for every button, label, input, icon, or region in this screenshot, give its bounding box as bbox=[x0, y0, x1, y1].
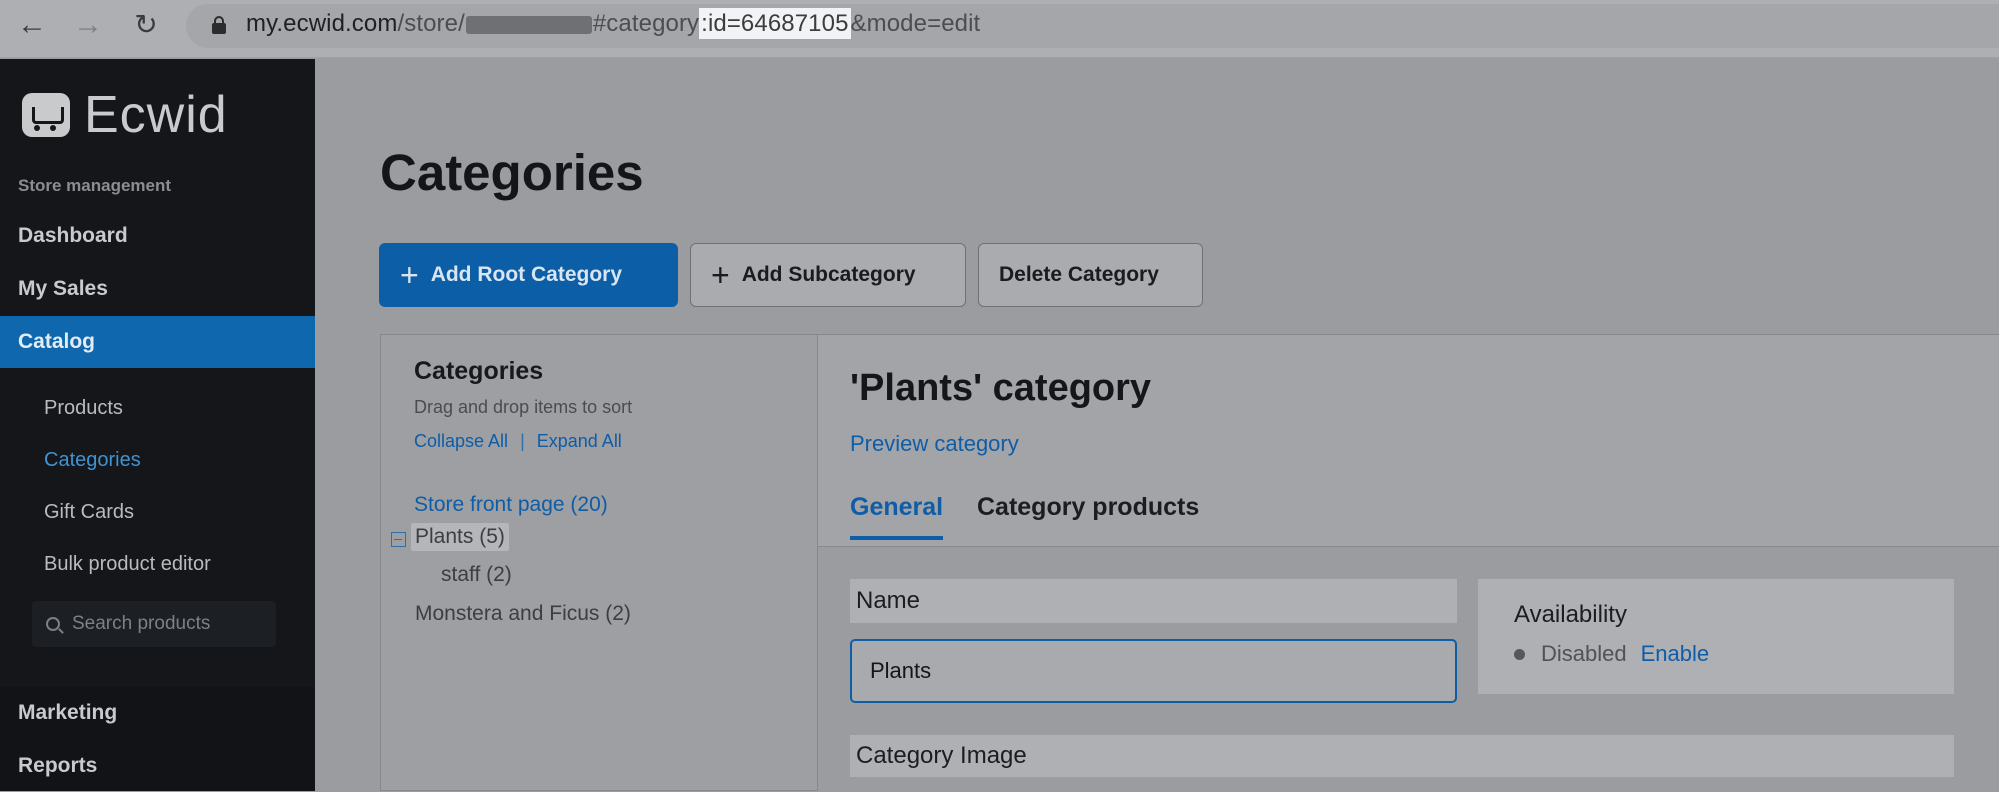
tab-category-products[interactable]: Category products bbox=[977, 493, 1199, 536]
enable-link[interactable]: Enable bbox=[1641, 641, 1710, 667]
delete-category-label: Delete Category bbox=[999, 263, 1159, 286]
search-icon bbox=[46, 617, 60, 631]
search-products-input[interactable] bbox=[72, 613, 262, 635]
collapse-all-link[interactable]: Collapse All bbox=[414, 431, 508, 451]
cart-logo-icon bbox=[22, 93, 70, 137]
category-image-label: Category Image bbox=[850, 735, 1954, 777]
plus-icon: + bbox=[711, 257, 730, 293]
browser-toolbar: ← → ↻ my.ecwid.com/store/ #category:id=64… bbox=[0, 0, 1999, 58]
availability-row: Disabled Enable bbox=[1514, 641, 1709, 667]
brand-name: Ecwid bbox=[84, 86, 228, 144]
category-name-input[interactable] bbox=[850, 639, 1457, 703]
url-text[interactable]: my.ecwid.com/store/ #category:id=64687105… bbox=[246, 8, 981, 39]
expand-all-link[interactable]: Expand All bbox=[537, 431, 622, 451]
availability-status: Disabled bbox=[1541, 641, 1627, 666]
sidebar-subitem-bulk-editor[interactable]: Bulk product editor bbox=[44, 553, 211, 576]
add-root-category-button[interactable]: + Add Root Category bbox=[379, 243, 678, 307]
tree-item-monstera-ficus[interactable]: Monstera and Ficus (2) bbox=[411, 600, 635, 628]
sidebar-search[interactable] bbox=[32, 601, 276, 647]
sidebar-subitem-products[interactable]: Products bbox=[44, 397, 123, 420]
sidebar-item-reports[interactable]: Reports bbox=[0, 740, 315, 792]
plus-icon: + bbox=[400, 257, 419, 293]
tree-item-staff[interactable]: staff (2) bbox=[437, 561, 516, 589]
sidebar: Ecwid Store management Dashboard My Sale… bbox=[0, 59, 315, 791]
sidebar-subitem-categories[interactable]: Categories bbox=[44, 449, 141, 472]
add-root-category-label: Add Root Category bbox=[430, 263, 623, 286]
editor-header: 'Plants' category Preview category Gener… bbox=[818, 335, 1999, 547]
status-dot-icon bbox=[1514, 648, 1525, 660]
tab-general[interactable]: General bbox=[850, 493, 944, 540]
name-label: Name bbox=[850, 579, 1457, 623]
brand[interactable]: Ecwid bbox=[22, 85, 228, 145]
sidebar-item-my-sales[interactable]: My Sales bbox=[0, 263, 315, 315]
collapse-toggle-icon[interactable] bbox=[391, 532, 406, 547]
preview-category-link[interactable]: Preview category bbox=[850, 431, 1019, 457]
delete-category-button[interactable]: Delete Category bbox=[978, 243, 1203, 307]
tree-hint: Drag and drop items to sort bbox=[414, 397, 633, 417]
availability-title: Availability bbox=[1514, 601, 1627, 628]
sidebar-item-marketing[interactable]: Marketing bbox=[0, 687, 315, 739]
availability-box: Availability Disabled Enable bbox=[1478, 579, 1954, 694]
reload-icon[interactable]: ↻ bbox=[126, 8, 166, 42]
redacted-store-id bbox=[465, 15, 592, 34]
page-title: Categories bbox=[380, 144, 644, 201]
tree-item-plants[interactable]: Plants (5) bbox=[411, 523, 509, 551]
url-host: my.ecwid.com bbox=[246, 10, 398, 37]
back-arrow-icon[interactable]: ← bbox=[12, 8, 52, 42]
sidebar-subitem-gift-cards[interactable]: Gift Cards bbox=[44, 501, 134, 524]
add-subcategory-label: Add Subcategory bbox=[741, 263, 916, 286]
category-title: 'Plants' category bbox=[850, 367, 1152, 409]
sidebar-item-catalog[interactable]: Catalog bbox=[0, 316, 315, 368]
category-editor-panel: 'Plants' category Preview category Gener… bbox=[817, 334, 1999, 791]
url-highlight: :id=64687105 bbox=[699, 8, 851, 39]
tree-root-storefront[interactable]: Store front page (20) bbox=[414, 493, 608, 517]
forward-arrow-icon[interactable]: → bbox=[68, 8, 108, 42]
categories-tree-panel: Categories Drag and drop items to sort C… bbox=[380, 334, 817, 791]
add-subcategory-button[interactable]: + Add Subcategory bbox=[690, 243, 966, 307]
lock-icon bbox=[212, 16, 226, 34]
tree-links: Collapse All | Expand All bbox=[414, 431, 622, 452]
url-path: /store/ bbox=[397, 10, 465, 37]
url-fragment: #category bbox=[592, 10, 700, 37]
section-label: Store management bbox=[18, 176, 172, 195]
link-separator: | bbox=[520, 431, 525, 451]
tree-title: Categories bbox=[414, 357, 544, 385]
sidebar-item-dashboard[interactable]: Dashboard bbox=[0, 210, 315, 262]
url-suffix: &mode=edit bbox=[850, 10, 981, 37]
